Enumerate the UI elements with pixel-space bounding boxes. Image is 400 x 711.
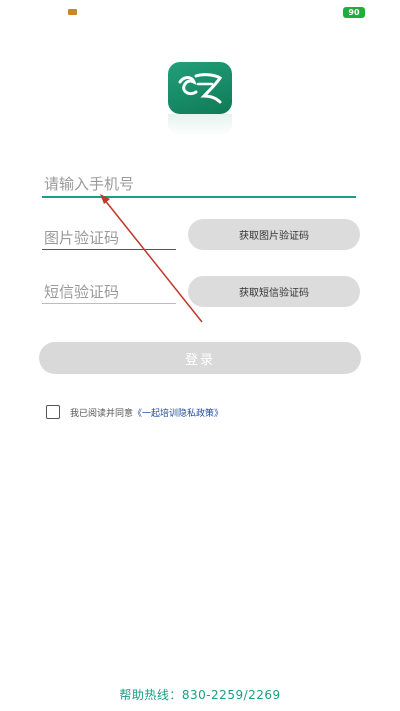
image-code-underline xyxy=(42,249,176,250)
agreement-row: 我已阅读并同意 《一起培训隐私政策》 xyxy=(46,404,223,420)
get-image-code-button[interactable]: 获取图片验证码 xyxy=(188,219,360,250)
sms-code-underline xyxy=(42,303,176,304)
agreement-text: 我已阅读并同意 xyxy=(70,408,134,419)
battery-icon: 90 xyxy=(343,7,365,18)
phone-input[interactable] xyxy=(44,172,354,196)
phone-input-underline xyxy=(42,196,356,198)
privacy-policy-link[interactable]: 《一起培训隐私政策》 xyxy=(133,406,223,419)
status-bar: 90 xyxy=(0,0,400,26)
login-button[interactable]: 登录 xyxy=(39,342,361,374)
sms-code-input[interactable] xyxy=(44,280,176,304)
agreement-checkbox[interactable] xyxy=(46,405,60,419)
notification-icon xyxy=(68,9,77,15)
logo-reflection xyxy=(168,114,232,136)
help-hotline: 帮助热线：830-2259/2269 xyxy=(119,688,281,702)
app-logo-icon xyxy=(168,62,232,114)
image-code-input[interactable] xyxy=(44,226,176,250)
get-sms-code-button[interactable]: 获取短信验证码 xyxy=(188,276,360,307)
